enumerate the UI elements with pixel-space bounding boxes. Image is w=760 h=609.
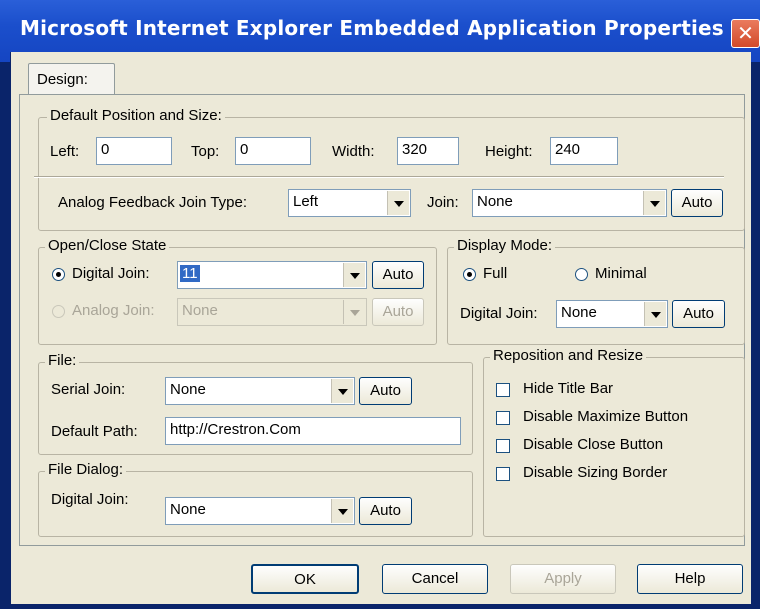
serial-join-label: Serial Join: <box>51 381 126 398</box>
analog-feedback-value: Left <box>293 193 319 210</box>
join-auto-button[interactable]: Auto <box>671 189 723 217</box>
oc-digital-label: Digital Join: <box>72 265 150 282</box>
join-value: None <box>477 193 513 210</box>
join-select[interactable]: None <box>472 189 667 217</box>
dialog-body: Design: Default Position and Size: Left:… <box>10 52 751 604</box>
minimal-radio[interactable] <box>575 268 588 281</box>
chevron-down-icon[interactable] <box>643 191 665 215</box>
disable-close-label: Disable Close Button <box>523 436 664 453</box>
dm-digital-label: Digital Join: <box>460 305 538 322</box>
chevron-down-icon[interactable] <box>644 302 666 326</box>
fd-digital-label: Digital Join: <box>51 491 129 508</box>
hide-title-bar-checkbox[interactable] <box>496 383 510 397</box>
join-label: Join: <box>427 194 459 211</box>
left-label: Left: <box>50 143 80 160</box>
chevron-down-icon[interactable] <box>331 379 353 403</box>
ok-button[interactable]: OK <box>251 564 359 594</box>
dm-auto-button[interactable]: Auto <box>672 300 725 328</box>
full-radio[interactable] <box>463 268 476 281</box>
fd-auto-button[interactable]: Auto <box>359 497 412 525</box>
serial-join-select[interactable]: None <box>165 377 355 405</box>
hide-title-bar-label: Hide Title Bar <box>523 380 614 397</box>
chevron-down-icon[interactable] <box>331 499 353 523</box>
position-separator <box>34 176 724 178</box>
oc-analog-label: Analog Join: <box>72 302 155 319</box>
disable-sizing-checkbox[interactable] <box>496 467 510 481</box>
tab-design[interactable]: Design: <box>28 63 115 96</box>
file-dialog-legend: File Dialog: <box>45 461 127 478</box>
oc-analog-select[interactable]: None <box>177 298 367 326</box>
cancel-button[interactable]: Cancel <box>382 564 488 594</box>
analog-feedback-label: Analog Feedback Join Type: <box>58 194 248 211</box>
oc-analog-auto-button[interactable]: Auto <box>372 298 424 326</box>
disable-close-checkbox[interactable] <box>496 439 510 453</box>
chevron-down-icon[interactable] <box>387 191 409 215</box>
file-legend: File: <box>45 352 80 369</box>
help-button[interactable]: Help <box>637 564 743 594</box>
analog-feedback-select[interactable]: Left <box>288 189 411 217</box>
oc-digital-value: 11 <box>180 265 200 282</box>
chevron-down-icon[interactable] <box>343 263 365 287</box>
serial-join-value: None <box>170 381 206 398</box>
height-input[interactable]: 240 <box>550 137 618 165</box>
left-input[interactable]: 0 <box>96 137 172 165</box>
digital-join-radio[interactable] <box>52 268 65 281</box>
display-mode-legend: Display Mode: <box>454 237 556 254</box>
close-icon[interactable]: ✕ <box>731 19 760 48</box>
default-position-legend: Default Position and Size: <box>47 107 225 124</box>
disable-sizing-label: Disable Sizing Border <box>523 464 668 481</box>
tab-design-label: Design: <box>37 71 88 88</box>
dm-digital-select[interactable]: None <box>556 300 668 328</box>
oc-digital-auto-button[interactable]: Auto <box>372 261 424 289</box>
analog-join-radio[interactable] <box>52 305 65 318</box>
apply-button[interactable]: Apply <box>510 564 616 594</box>
dm-digital-value: None <box>561 304 597 321</box>
fd-digital-select[interactable]: None <box>165 497 355 525</box>
serial-auto-button[interactable]: Auto <box>359 377 412 405</box>
reposition-legend: Reposition and Resize <box>490 347 647 364</box>
height-label: Height: <box>485 143 533 160</box>
display-mode-group <box>447 247 745 345</box>
disable-maximize-label: Disable Maximize Button <box>523 408 689 425</box>
width-label: Width: <box>332 143 375 160</box>
width-input[interactable]: 320 <box>397 137 459 165</box>
fd-digital-value: None <box>170 501 206 518</box>
oc-analog-value: None <box>182 302 218 319</box>
tab-panel-design: Default Position and Size: Left: 0 Top: … <box>19 94 745 546</box>
full-label: Full <box>483 265 508 282</box>
top-label: Top: <box>191 143 220 160</box>
disable-maximize-checkbox[interactable] <box>496 411 510 425</box>
chevron-down-icon[interactable] <box>343 300 365 324</box>
minimal-label: Minimal <box>595 265 647 282</box>
default-path-label: Default Path: <box>51 423 138 440</box>
open-close-legend: Open/Close State <box>45 237 170 254</box>
window-title: Microsoft Internet Explorer Embedded App… <box>20 16 724 40</box>
default-path-input[interactable]: http://Crestron.Com <box>165 417 461 445</box>
top-input[interactable]: 0 <box>235 137 311 165</box>
oc-digital-select[interactable]: 11 <box>177 261 367 289</box>
properties-dialog: Microsoft Internet Explorer Embedded App… <box>0 0 760 609</box>
